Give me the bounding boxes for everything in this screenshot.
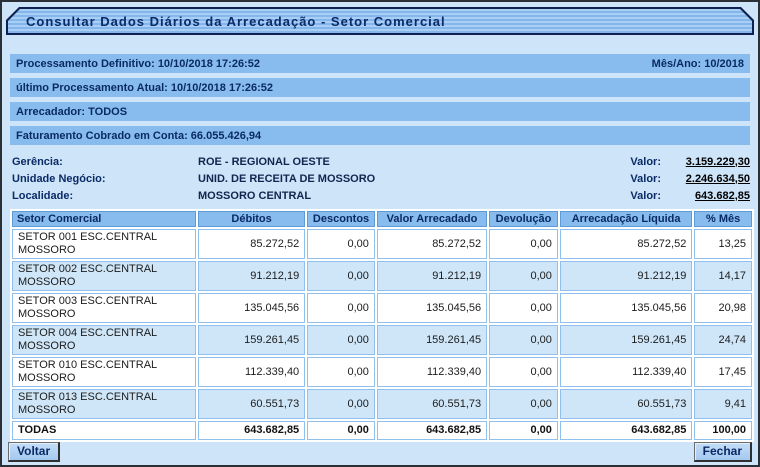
cell-arrecadacao-liquida: 91.212,19 [560,261,692,291]
column-header-pct-mes: % Mês [694,211,752,227]
info-ultimo-processamento: último Processamento Atual: 10/10/2018 1… [10,78,750,97]
cell-debitos: 135.045,56 [198,293,305,323]
total-pct-mes: 100,00 [694,421,752,440]
cell-devolucao: 0,00 [489,293,558,323]
summary-section: Gerência: ROE - REGIONAL OESTE Valor: 3.… [10,153,750,204]
total-valor-arrecadado: 643.682,85 [377,421,487,440]
title-bar: Consultar Dados Diários da Arrecadação -… [6,7,754,35]
unidade-negocio-value: UNID. DE RECEITA DE MOSSORO [198,173,630,185]
cell-descontos: 0,00 [307,293,375,323]
column-header-setor-comercial: Setor Comercial [12,211,196,227]
cell-pct-mes: 20,98 [694,293,752,323]
table-header-row: Setor Comercial Débitos Descontos Valor … [12,211,752,227]
cell-descontos: 0,00 [307,389,375,419]
table-row-setor-002: SETOR 002 ESC.CENTRAL MOSSORO 91.212,19 … [12,261,752,291]
cell-pct-mes: 24,74 [694,325,752,355]
column-header-descontos: Descontos [307,211,375,227]
voltar-button[interactable]: Voltar [8,442,60,462]
table-row-setor-010: SETOR 010 ESC.CENTRAL MOSSORO 112.339,40… [12,357,752,387]
page: Consultar Dados Diários da Arrecadação -… [0,0,760,467]
cell-arrecadacao-liquida: 135.045,56 [560,293,692,323]
setores-table: Setor Comercial Débitos Descontos Valor … [10,209,754,442]
cell-valor-arrecadado: 85.272,52 [377,229,487,259]
column-header-arrecadacao-liquida: Arrecadação Líquida [560,211,692,227]
title-bar-stripes: Consultar Dados Diários da Arrecadação -… [8,9,752,33]
total-devolucao: 0,00 [489,421,558,440]
cell-descontos: 0,00 [307,229,375,259]
cell-debitos: 91.212,19 [198,261,305,291]
gerencia-valor-label: Valor: [630,156,661,168]
arrecadador-text: Arrecadador: TODOS [16,106,127,118]
column-header-valor-arrecadado: Valor Arrecadado [377,211,487,227]
cell-setor: SETOR 004 ESC.CENTRAL MOSSORO [12,325,196,355]
summary-row-gerencia: Gerência: ROE - REGIONAL OESTE Valor: 3.… [10,153,750,170]
cell-setor: SETOR 002 ESC.CENTRAL MOSSORO [12,261,196,291]
cell-valor-arrecadado: 91.212,19 [377,261,487,291]
ultimo-processamento-text: último Processamento Atual: 10/10/2018 1… [16,82,273,94]
cell-arrecadacao-liquida: 85.272,52 [560,229,692,259]
total-debitos: 643.682,85 [198,421,305,440]
cell-valor-arrecadado: 112.339,40 [377,357,487,387]
cell-debitos: 60.551,73 [198,389,305,419]
info-arrecadador: Arrecadador: TODOS [10,102,750,121]
summary-row-localidade: Localidade: MOSSORO CENTRAL Valor: 643.6… [10,187,750,204]
localidade-value: MOSSORO CENTRAL [198,190,630,202]
column-header-devolucao: Devolução [489,211,558,227]
gerencia-value: ROE - REGIONAL OESTE [198,156,630,168]
cell-pct-mes: 9,41 [694,389,752,419]
total-label: TODAS [12,421,196,440]
processamento-definitivo-text: Processamento Definitivo: 10/10/2018 17:… [16,58,260,70]
cell-arrecadacao-liquida: 159.261,45 [560,325,692,355]
cell-descontos: 0,00 [307,357,375,387]
table-row-setor-004: SETOR 004 ESC.CENTRAL MOSSORO 159.261,45… [12,325,752,355]
info-bars: Processamento Definitivo: 10/10/2018 17:… [2,54,758,150]
cell-descontos: 0,00 [307,261,375,291]
table-row-setor-001: SETOR 001 ESC.CENTRAL MOSSORO 85.272,52 … [12,229,752,259]
cell-valor-arrecadado: 135.045,56 [377,293,487,323]
table-total-row: TODAS 643.682,85 0,00 643.682,85 0,00 64… [12,421,752,440]
cell-devolucao: 0,00 [489,389,558,419]
localidade-valor-link[interactable]: 643.682,85 [665,190,750,202]
cell-setor: SETOR 001 ESC.CENTRAL MOSSORO [12,229,196,259]
cell-valor-arrecadado: 60.551,73 [377,389,487,419]
localidade-valor-label: Valor: [630,190,661,202]
cell-devolucao: 0,00 [489,229,558,259]
faturamento-text: Faturamento Cobrado em Conta: 66.055.426… [16,130,261,142]
cell-setor: SETOR 013 ESC.CENTRAL MOSSORO [12,389,196,419]
page-title: Consultar Dados Diários da Arrecadação -… [8,14,446,29]
info-processamento-definitivo: Processamento Definitivo: 10/10/2018 17:… [10,54,750,73]
info-faturamento: Faturamento Cobrado em Conta: 66.055.426… [10,126,750,145]
column-header-debitos: Débitos [198,211,305,227]
table-row-setor-013: SETOR 013 ESC.CENTRAL MOSSORO 60.551,73 … [12,389,752,419]
unidade-negocio-valor-link[interactable]: 2.246.634,50 [665,173,750,185]
cell-pct-mes: 13,25 [694,229,752,259]
total-arrecadacao-liquida: 643.682,85 [560,421,692,440]
footer: Voltar Fechar [8,442,752,462]
unidade-negocio-valor-label: Valor: [630,173,661,185]
cell-debitos: 85.272,52 [198,229,305,259]
summary-row-unidade-negocio: Unidade Negócio: UNID. DE RECEITA DE MOS… [10,170,750,187]
gerencia-label: Gerência: [10,156,198,168]
cell-setor: SETOR 003 ESC.CENTRAL MOSSORO [12,293,196,323]
cell-devolucao: 0,00 [489,261,558,291]
localidade-label: Localidade: [10,190,198,202]
gerencia-valor-link[interactable]: 3.159.229,30 [665,156,750,168]
unidade-negocio-label: Unidade Negócio: [10,173,198,185]
cell-arrecadacao-liquida: 60.551,73 [560,389,692,419]
cell-debitos: 112.339,40 [198,357,305,387]
total-descontos: 0,00 [307,421,375,440]
fechar-button[interactable]: Fechar [694,442,752,462]
cell-pct-mes: 14,17 [694,261,752,291]
cell-setor: SETOR 010 ESC.CENTRAL MOSSORO [12,357,196,387]
mes-ano-text: Mês/Ano: 10/2018 [652,58,744,70]
cell-valor-arrecadado: 159.261,45 [377,325,487,355]
cell-pct-mes: 17,45 [694,357,752,387]
cell-arrecadacao-liquida: 112.339,40 [560,357,692,387]
cell-devolucao: 0,00 [489,325,558,355]
cell-devolucao: 0,00 [489,357,558,387]
table-row-setor-003: SETOR 003 ESC.CENTRAL MOSSORO 135.045,56… [12,293,752,323]
cell-descontos: 0,00 [307,325,375,355]
cell-debitos: 159.261,45 [198,325,305,355]
